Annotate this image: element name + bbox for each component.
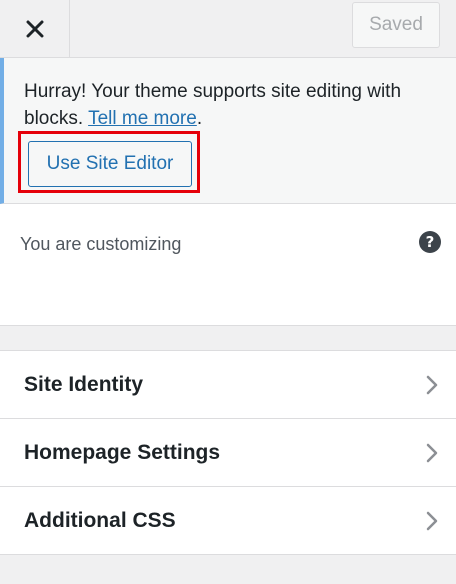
notice-message: Hurray! Your theme supports site editing… [24, 78, 444, 132]
use-site-editor-button[interactable]: Use Site Editor [28, 141, 192, 187]
notice-message-text: Hurray! Your theme supports site editing… [24, 81, 402, 129]
customizer-header: Saved [0, 0, 456, 58]
chevron-right-icon [426, 511, 438, 530]
section-additional-css[interactable]: Additional CSS [0, 487, 456, 555]
section-site-identity[interactable]: Site Identity [0, 351, 456, 419]
close-customizer-button[interactable] [0, 0, 70, 57]
customizing-info-panel: You are customizing ? [0, 204, 456, 326]
chevron-right-icon [426, 443, 438, 462]
section-label: Additional CSS [24, 508, 176, 532]
site-editor-notice: Hurray! Your theme supports site editing… [0, 58, 456, 204]
saved-button[interactable]: Saved [352, 2, 440, 48]
help-icon[interactable]: ? [419, 231, 441, 253]
customizing-label: You are customizing [20, 234, 182, 254]
tell-me-more-link[interactable]: Tell me more [88, 108, 197, 129]
chevron-right-icon [426, 375, 438, 394]
section-label: Site Identity [24, 372, 144, 396]
notice-period: . [196, 108, 203, 129]
section-homepage-settings[interactable]: Homepage Settings [0, 419, 456, 487]
close-icon [26, 20, 43, 37]
section-label: Homepage Settings [24, 440, 221, 464]
customizer-sections: Site Identity Homepage Settings Addition… [0, 350, 456, 555]
